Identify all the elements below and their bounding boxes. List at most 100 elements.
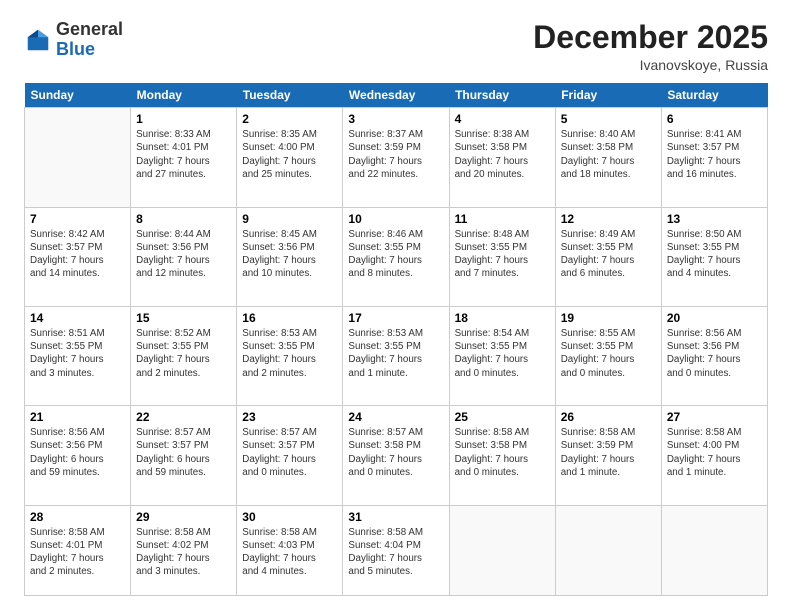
day-number: 26: [561, 410, 656, 424]
calendar-cell: 29 Sunrise: 8:58 AM Sunset: 4:02 PM Dayli…: [131, 505, 237, 595]
day-info: Sunrise: 8:45 AM Sunset: 3:56 PM Dayligh…: [242, 228, 337, 281]
day-number: 20: [667, 311, 762, 325]
day-number: 5: [561, 112, 656, 126]
day-info: Sunrise: 8:49 AM Sunset: 3:55 PM Dayligh…: [561, 228, 656, 281]
day-info: Sunrise: 8:52 AM Sunset: 3:55 PM Dayligh…: [136, 327, 231, 380]
calendar-cell: 5 Sunrise: 8:40 AM Sunset: 3:58 PM Daylig…: [555, 108, 661, 207]
calendar-cell: [661, 505, 767, 595]
day-number: 1: [136, 112, 231, 126]
calendar-cell: 30 Sunrise: 8:58 AM Sunset: 4:03 PM Dayli…: [237, 505, 343, 595]
day-info: Sunrise: 8:58 AM Sunset: 4:02 PM Dayligh…: [136, 526, 231, 579]
day-number: 11: [455, 212, 550, 226]
calendar-cell: 27 Sunrise: 8:58 AM Sunset: 4:00 PM Dayli…: [661, 406, 767, 505]
month-title: December 2025: [533, 20, 768, 55]
col-header-sunday: Sunday: [25, 83, 131, 108]
day-info: Sunrise: 8:58 AM Sunset: 4:04 PM Dayligh…: [348, 526, 443, 579]
day-info: Sunrise: 8:38 AM Sunset: 3:58 PM Dayligh…: [455, 128, 550, 181]
col-header-friday: Friday: [555, 83, 661, 108]
day-info: Sunrise: 8:57 AM Sunset: 3:58 PM Dayligh…: [348, 426, 443, 479]
day-number: 24: [348, 410, 443, 424]
day-number: 6: [667, 112, 762, 126]
calendar-cell: 7Sunrise: 8:42 AM Sunset: 3:57 PM Daylig…: [25, 207, 131, 306]
calendar-cell: 14Sunrise: 8:51 AM Sunset: 3:55 PM Dayli…: [25, 306, 131, 405]
day-info: Sunrise: 8:58 AM Sunset: 4:01 PM Dayligh…: [30, 526, 125, 579]
day-info: Sunrise: 8:58 AM Sunset: 4:00 PM Dayligh…: [667, 426, 762, 479]
day-number: 19: [561, 311, 656, 325]
day-info: Sunrise: 8:57 AM Sunset: 3:57 PM Dayligh…: [242, 426, 337, 479]
calendar-week-2: 7Sunrise: 8:42 AM Sunset: 3:57 PM Daylig…: [25, 207, 768, 306]
calendar-cell: 12 Sunrise: 8:49 AM Sunset: 3:55 PM Dayli…: [555, 207, 661, 306]
day-number: 12: [561, 212, 656, 226]
day-info: Sunrise: 8:58 AM Sunset: 4:03 PM Dayligh…: [242, 526, 337, 579]
col-header-wednesday: Wednesday: [343, 83, 449, 108]
day-info: Sunrise: 8:46 AM Sunset: 3:55 PM Dayligh…: [348, 228, 443, 281]
day-info: Sunrise: 8:35 AM Sunset: 4:00 PM Dayligh…: [242, 128, 337, 181]
calendar-cell: 6 Sunrise: 8:41 AM Sunset: 3:57 PM Daylig…: [661, 108, 767, 207]
day-info: Sunrise: 8:50 AM Sunset: 3:55 PM Dayligh…: [667, 228, 762, 281]
day-info: Sunrise: 8:56 AM Sunset: 3:56 PM Dayligh…: [30, 426, 125, 479]
day-number: 3: [348, 112, 443, 126]
calendar-cell: 17Sunrise: 8:53 AM Sunset: 3:55 PM Dayli…: [343, 306, 449, 405]
calendar-cell: 10Sunrise: 8:46 AM Sunset: 3:55 PM Dayli…: [343, 207, 449, 306]
calendar-cell: 1 Sunrise: 8:33 AM Sunset: 4:01 PM Daylig…: [131, 108, 237, 207]
title-block: December 2025 Ivanovskoye, Russia: [533, 20, 768, 73]
day-info: Sunrise: 8:58 AM Sunset: 3:58 PM Dayligh…: [455, 426, 550, 479]
day-number: 2: [242, 112, 337, 126]
calendar-cell: 24 Sunrise: 8:57 AM Sunset: 3:58 PM Dayli…: [343, 406, 449, 505]
calendar-cell: [25, 108, 131, 207]
col-header-saturday: Saturday: [661, 83, 767, 108]
day-number: 15: [136, 311, 231, 325]
calendar-week-5: 28 Sunrise: 8:58 AM Sunset: 4:01 PM Dayli…: [25, 505, 768, 595]
calendar-cell: 16Sunrise: 8:53 AM Sunset: 3:55 PM Dayli…: [237, 306, 343, 405]
calendar-header-row: SundayMondayTuesdayWednesdayThursdayFrid…: [25, 83, 768, 108]
calendar-cell: 26 Sunrise: 8:58 AM Sunset: 3:59 PM Dayli…: [555, 406, 661, 505]
calendar-week-1: 1 Sunrise: 8:33 AM Sunset: 4:01 PM Daylig…: [25, 108, 768, 207]
day-number: 9: [242, 212, 337, 226]
day-number: 16: [242, 311, 337, 325]
calendar-cell: 2 Sunrise: 8:35 AM Sunset: 4:00 PM Daylig…: [237, 108, 343, 207]
calendar-cell: 3 Sunrise: 8:37 AM Sunset: 3:59 PM Daylig…: [343, 108, 449, 207]
calendar-cell: 20Sunrise: 8:56 AM Sunset: 3:56 PM Dayli…: [661, 306, 767, 405]
day-number: 8: [136, 212, 231, 226]
day-info: Sunrise: 8:41 AM Sunset: 3:57 PM Dayligh…: [667, 128, 762, 181]
calendar-cell: 22Sunrise: 8:57 AM Sunset: 3:57 PM Dayli…: [131, 406, 237, 505]
day-info: Sunrise: 8:37 AM Sunset: 3:59 PM Dayligh…: [348, 128, 443, 181]
page: General Blue December 2025 Ivanovskoye, …: [0, 0, 792, 612]
day-info: Sunrise: 8:40 AM Sunset: 3:58 PM Dayligh…: [561, 128, 656, 181]
logo: General Blue: [24, 20, 123, 60]
calendar-cell: 18 Sunrise: 8:54 AM Sunset: 3:55 PM Dayli…: [449, 306, 555, 405]
day-number: 30: [242, 510, 337, 524]
col-header-monday: Monday: [131, 83, 237, 108]
day-number: 21: [30, 410, 125, 424]
logo-text: General Blue: [56, 20, 123, 60]
day-number: 29: [136, 510, 231, 524]
day-number: 7: [30, 212, 125, 226]
location: Ivanovskoye, Russia: [533, 57, 768, 73]
calendar-cell: [555, 505, 661, 595]
calendar-cell: 19 Sunrise: 8:55 AM Sunset: 3:55 PM Dayli…: [555, 306, 661, 405]
calendar-cell: 25 Sunrise: 8:58 AM Sunset: 3:58 PM Dayli…: [449, 406, 555, 505]
day-info: Sunrise: 8:58 AM Sunset: 3:59 PM Dayligh…: [561, 426, 656, 479]
logo-general: General: [56, 20, 123, 40]
day-number: 13: [667, 212, 762, 226]
calendar-cell: 4Sunrise: 8:38 AM Sunset: 3:58 PM Daylig…: [449, 108, 555, 207]
calendar-cell: 9 Sunrise: 8:45 AM Sunset: 3:56 PM Daylig…: [237, 207, 343, 306]
calendar-cell: 31Sunrise: 8:58 AM Sunset: 4:04 PM Dayli…: [343, 505, 449, 595]
day-info: Sunrise: 8:55 AM Sunset: 3:55 PM Dayligh…: [561, 327, 656, 380]
day-info: Sunrise: 8:54 AM Sunset: 3:55 PM Dayligh…: [455, 327, 550, 380]
day-info: Sunrise: 8:53 AM Sunset: 3:55 PM Dayligh…: [348, 327, 443, 380]
day-number: 23: [242, 410, 337, 424]
day-number: 28: [30, 510, 125, 524]
calendar-cell: 15 Sunrise: 8:52 AM Sunset: 3:55 PM Dayli…: [131, 306, 237, 405]
day-info: Sunrise: 8:57 AM Sunset: 3:57 PM Dayligh…: [136, 426, 231, 479]
day-info: Sunrise: 8:33 AM Sunset: 4:01 PM Dayligh…: [136, 128, 231, 181]
calendar-cell: 13 Sunrise: 8:50 AM Sunset: 3:55 PM Dayli…: [661, 207, 767, 306]
day-number: 27: [667, 410, 762, 424]
day-number: 25: [455, 410, 550, 424]
calendar-week-3: 14Sunrise: 8:51 AM Sunset: 3:55 PM Dayli…: [25, 306, 768, 405]
calendar: SundayMondayTuesdayWednesdayThursdayFrid…: [24, 83, 768, 596]
day-number: 18: [455, 311, 550, 325]
day-number: 14: [30, 311, 125, 325]
col-header-thursday: Thursday: [449, 83, 555, 108]
logo-icon: [24, 26, 52, 54]
